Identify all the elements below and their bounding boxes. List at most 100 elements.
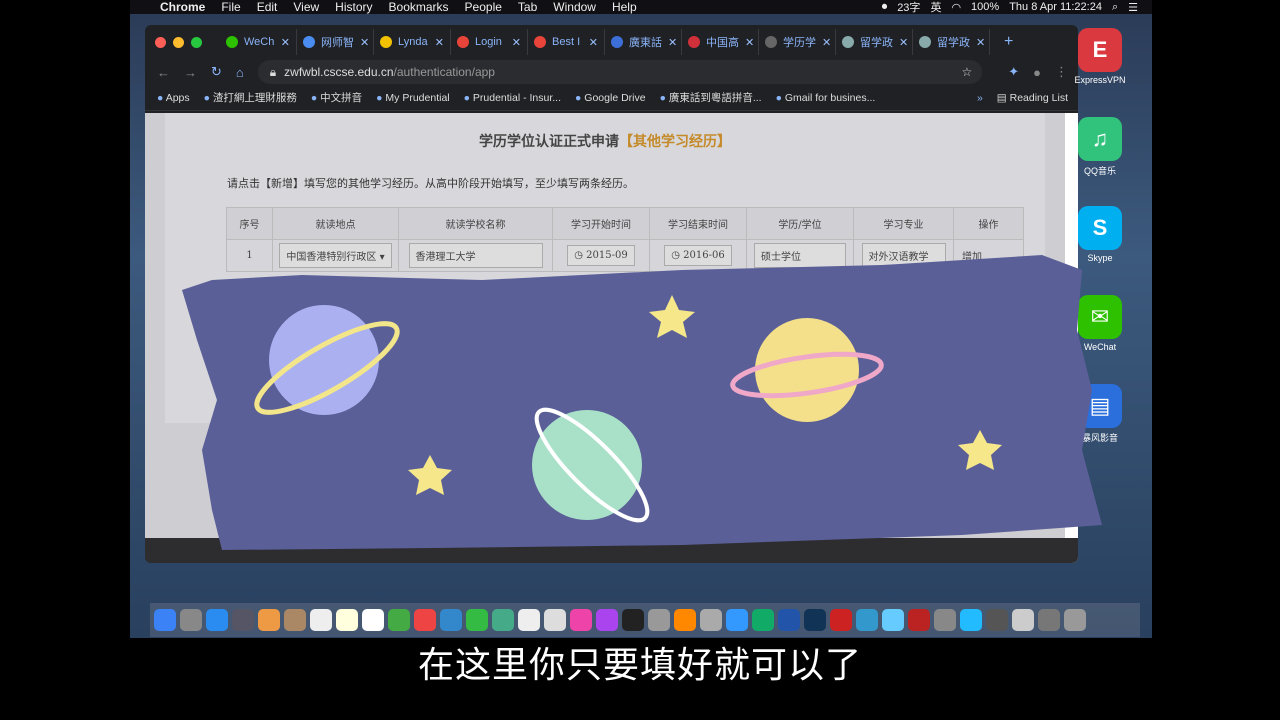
browser-tab[interactable]: WeCh ✕ (220, 29, 297, 55)
reading-list[interactable]: ▤ Reading List (997, 92, 1068, 104)
dock-app-icon[interactable] (622, 609, 644, 631)
ime-indicator[interactable]: 英 (930, 0, 941, 15)
zoom-window-button[interactable] (191, 37, 202, 48)
dock-app-icon[interactable] (882, 609, 904, 631)
browser-tab[interactable]: 学历学 ✕ (759, 29, 836, 55)
menu-help[interactable]: Help (612, 0, 637, 14)
reload-icon[interactable]: ↻ (211, 64, 222, 80)
close-tab-icon[interactable]: ✕ (668, 36, 677, 49)
dock-app-icon[interactable] (206, 609, 228, 631)
extension-icon[interactable]: ✦ (1008, 64, 1019, 80)
menu-app[interactable]: Chrome (160, 0, 205, 14)
bookmark-item[interactable]: ● My Prudential (376, 92, 449, 104)
bookmark-item[interactable]: ● Prudential - Insur... (464, 92, 561, 104)
dock-app-icon[interactable] (830, 609, 852, 631)
dock-app-icon[interactable] (492, 609, 514, 631)
menu-history[interactable]: History (335, 0, 372, 14)
browser-tab[interactable]: Login ✕ (451, 29, 528, 55)
dock-app-icon[interactable] (518, 609, 540, 631)
close-tab-icon[interactable]: ✕ (822, 36, 831, 49)
browser-tab[interactable]: 中国高 ✕ (682, 29, 759, 55)
tab-favicon-icon (226, 36, 238, 48)
close-tab-icon[interactable]: ✕ (435, 36, 444, 49)
menu-file[interactable]: File (221, 0, 240, 14)
dock-app-icon[interactable] (284, 609, 306, 631)
dock-app-icon[interactable] (1038, 609, 1060, 631)
menu-bookmarks[interactable]: Bookmarks (389, 0, 449, 14)
dock-app-icon[interactable] (180, 609, 202, 631)
minimize-window-button[interactable] (173, 37, 184, 48)
dock-app-icon[interactable] (986, 609, 1008, 631)
battery-percent[interactable]: 100% (971, 1, 999, 13)
dock-app-icon[interactable] (336, 609, 358, 631)
dock-app-icon[interactable] (570, 609, 592, 631)
bookmark-item[interactable]: ● Google Drive (575, 92, 646, 104)
dock-app-icon[interactable] (440, 609, 462, 631)
menu-edit[interactable]: Edit (257, 0, 278, 14)
dock-app-icon[interactable] (648, 609, 670, 631)
dock-app-icon[interactable] (726, 609, 748, 631)
dock-app-icon[interactable] (596, 609, 618, 631)
notification-center-icon[interactable]: ☰ (1128, 1, 1138, 14)
browser-tab[interactable]: 廣東話 ✕ (605, 29, 682, 55)
menu-window[interactable]: Window (553, 0, 596, 14)
close-tab-icon[interactable]: ✕ (512, 36, 521, 49)
dock-app-icon[interactable] (466, 609, 488, 631)
dock-app-icon[interactable] (960, 609, 982, 631)
dock-app-icon[interactable] (752, 609, 774, 631)
browser-tab[interactable]: Best I ✕ (528, 29, 605, 55)
dock-app-icon[interactable] (804, 609, 826, 631)
dock-app-icon[interactable] (414, 609, 436, 631)
dock-app-icon[interactable] (232, 609, 254, 631)
back-icon[interactable]: ← (157, 65, 170, 80)
dock-app-icon[interactable] (908, 609, 930, 631)
bookmark-item[interactable]: ● Gmail for busines... (776, 92, 876, 104)
browser-tab[interactable]: 留学政 ✕ (913, 29, 990, 55)
profile-avatar[interactable]: ● (1033, 65, 1041, 80)
dock-app-icon[interactable] (778, 609, 800, 631)
dock-app-icon[interactable] (856, 609, 878, 631)
dock-app-icon[interactable] (544, 609, 566, 631)
close-tab-icon[interactable]: ✕ (976, 36, 985, 49)
tab-title: 网师智 (321, 37, 354, 49)
desktop-icon[interactable]: ♫ QQ音乐 (1065, 117, 1135, 177)
bookmark-item[interactable]: ● 渣打網上理財服務 (204, 90, 297, 105)
dock-app-icon[interactable] (388, 609, 410, 631)
close-tab-icon[interactable]: ✕ (589, 36, 598, 49)
browser-tab[interactable]: 网师智 ✕ (297, 29, 374, 55)
new-tab-icon[interactable]: + (1004, 33, 1013, 51)
menu-people[interactable]: People (465, 0, 502, 14)
desktop-icon[interactable]: E ExpressVPN (1065, 28, 1135, 85)
dock-app-icon[interactable] (674, 609, 696, 631)
spotlight-icon[interactable]: ⌕ (1112, 1, 1118, 14)
bookmarks-overflow-icon[interactable]: » (977, 92, 983, 104)
bookmark-item[interactable]: ● 廣東話到粵語拼音... (660, 90, 762, 105)
wifi-icon[interactable]: ◠ (951, 1, 961, 14)
dock-app-icon[interactable] (258, 609, 280, 631)
bookmark-item[interactable]: ● 中文拼音 (311, 90, 362, 105)
address-bar[interactable]: 🔒︎ zwfwbl.cscse.edu.cn/authentication/ap… (257, 60, 983, 84)
dock-app-icon[interactable] (934, 609, 956, 631)
close-tab-icon[interactable]: ✕ (281, 36, 290, 49)
dock-app-icon[interactable] (1064, 609, 1086, 631)
dock-app-icon[interactable] (1012, 609, 1034, 631)
close-tab-icon[interactable]: ✕ (360, 36, 369, 49)
browser-tab[interactable]: 留学政 ✕ (836, 29, 913, 55)
close-tab-icon[interactable]: ✕ (899, 36, 908, 49)
menu-tab[interactable]: Tab (518, 0, 537, 14)
dock-app-icon[interactable] (154, 609, 176, 631)
close-tab-icon[interactable]: ✕ (745, 36, 754, 49)
star-icon[interactable]: ☆ (961, 65, 972, 79)
home-icon[interactable]: ⌂ (236, 65, 244, 80)
forward-icon[interactable]: → (184, 65, 197, 80)
dock-app-icon[interactable] (310, 609, 332, 631)
clock[interactable]: Thu 8 Apr 11:22:24 (1009, 1, 1102, 13)
browser-tab[interactable]: Lynda ✕ (374, 29, 451, 55)
close-window-button[interactable] (155, 37, 166, 48)
bookmark-item[interactable]: ● Apps (157, 92, 190, 104)
menu-view[interactable]: View (293, 0, 319, 14)
column-header: 序号 (226, 207, 273, 240)
dock-app-icon[interactable] (700, 609, 722, 631)
record-icon[interactable]: ⏺ (882, 1, 888, 14)
dock-app-icon[interactable] (362, 609, 384, 631)
